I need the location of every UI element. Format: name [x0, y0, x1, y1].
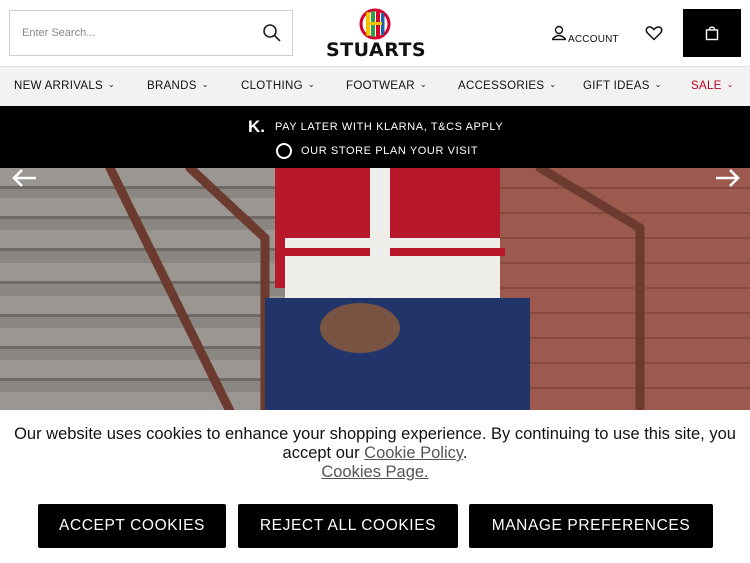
nav-item-footwear[interactable]: FOOTWEAR ⌄ — [346, 80, 427, 92]
cookie-policy-link[interactable]: Cookie Policy — [364, 444, 463, 462]
klarna-promo-text: PAY LATER WITH KLARNA, T&CS APPLY — [275, 121, 504, 133]
chevron-down-icon: ⌄ — [201, 80, 209, 89]
nav-item-clothing[interactable]: CLOTHING ⌄ — [241, 80, 315, 92]
reject-cookies-button[interactable]: REJECT ALL COOKIES — [238, 504, 458, 548]
user-icon — [551, 25, 567, 41]
chevron-down-icon: ⌄ — [307, 80, 315, 89]
cookie-message: Our website uses cookies to enhance your… — [14, 425, 736, 481]
arrow-right-icon[interactable] — [712, 168, 742, 188]
account-link[interactable]: ACCOUNT — [548, 25, 624, 47]
klarna-logo: K. — [248, 117, 265, 136]
hero-carousel[interactable] — [0, 168, 750, 411]
arrow-left-icon[interactable] — [10, 168, 40, 188]
logo-mark-icon — [359, 8, 391, 40]
heart-icon[interactable] — [645, 24, 663, 42]
search-box[interactable] — [9, 10, 293, 56]
nav-item-new-arrivals[interactable]: NEW ARRIVALS ⌄ — [14, 80, 115, 92]
store-promo[interactable]: OUR STORE PLAN YOUR VISIT — [0, 141, 750, 165]
site-header: STUARTS ACCOUNT — [0, 0, 750, 66]
brand-name: STUARTS — [326, 39, 427, 61]
chevron-down-icon: ⌄ — [654, 80, 662, 89]
shopping-bag-icon — [705, 26, 719, 41]
nav-item-gift-ideas[interactable]: GIFT IDEAS ⌄ — [583, 80, 662, 92]
store-promo-text: OUR STORE PLAN YOUR VISIT — [301, 145, 479, 157]
promo-banner: K. PAY LATER WITH KLARNA, T&CS APPLY OUR… — [0, 106, 750, 168]
nav-item-sale[interactable]: SALE ⌄ — [691, 80, 734, 92]
circle-icon — [276, 143, 292, 159]
nav-item-accessories[interactable]: ACCESSORIES ⌄ — [458, 80, 556, 92]
manage-preferences-button[interactable]: MANAGE PREFERENCES — [469, 504, 713, 548]
chevron-down-icon: ⌄ — [108, 80, 116, 89]
chevron-down-icon: ⌄ — [726, 80, 734, 89]
nav-item-brands[interactable]: BRANDS ⌄ — [147, 80, 209, 92]
shopping-bag-button[interactable] — [683, 9, 741, 57]
hero-image — [0, 168, 750, 411]
klarna-promo[interactable]: K. PAY LATER WITH KLARNA, T&CS APPLY — [0, 113, 750, 137]
main-navigation: NEW ARRIVALS ⌄ BRANDS ⌄ CLOTHING ⌄ FOOTWEAR… — [0, 66, 750, 106]
cookies-page-link[interactable]: Cookies Page. — [321, 463, 428, 481]
search-icon[interactable] — [262, 23, 282, 43]
chevron-down-icon: ⌄ — [419, 80, 427, 89]
account-label: ACCOUNT — [568, 34, 619, 45]
search-input[interactable] — [10, 11, 250, 55]
accept-cookies-button[interactable]: ACCEPT COOKIES — [38, 504, 226, 548]
cookie-banner: Our website uses cookies to enhance your… — [0, 410, 750, 563]
brand-logo[interactable]: STUARTS — [326, 8, 427, 61]
chevron-down-icon: ⌄ — [549, 80, 557, 89]
